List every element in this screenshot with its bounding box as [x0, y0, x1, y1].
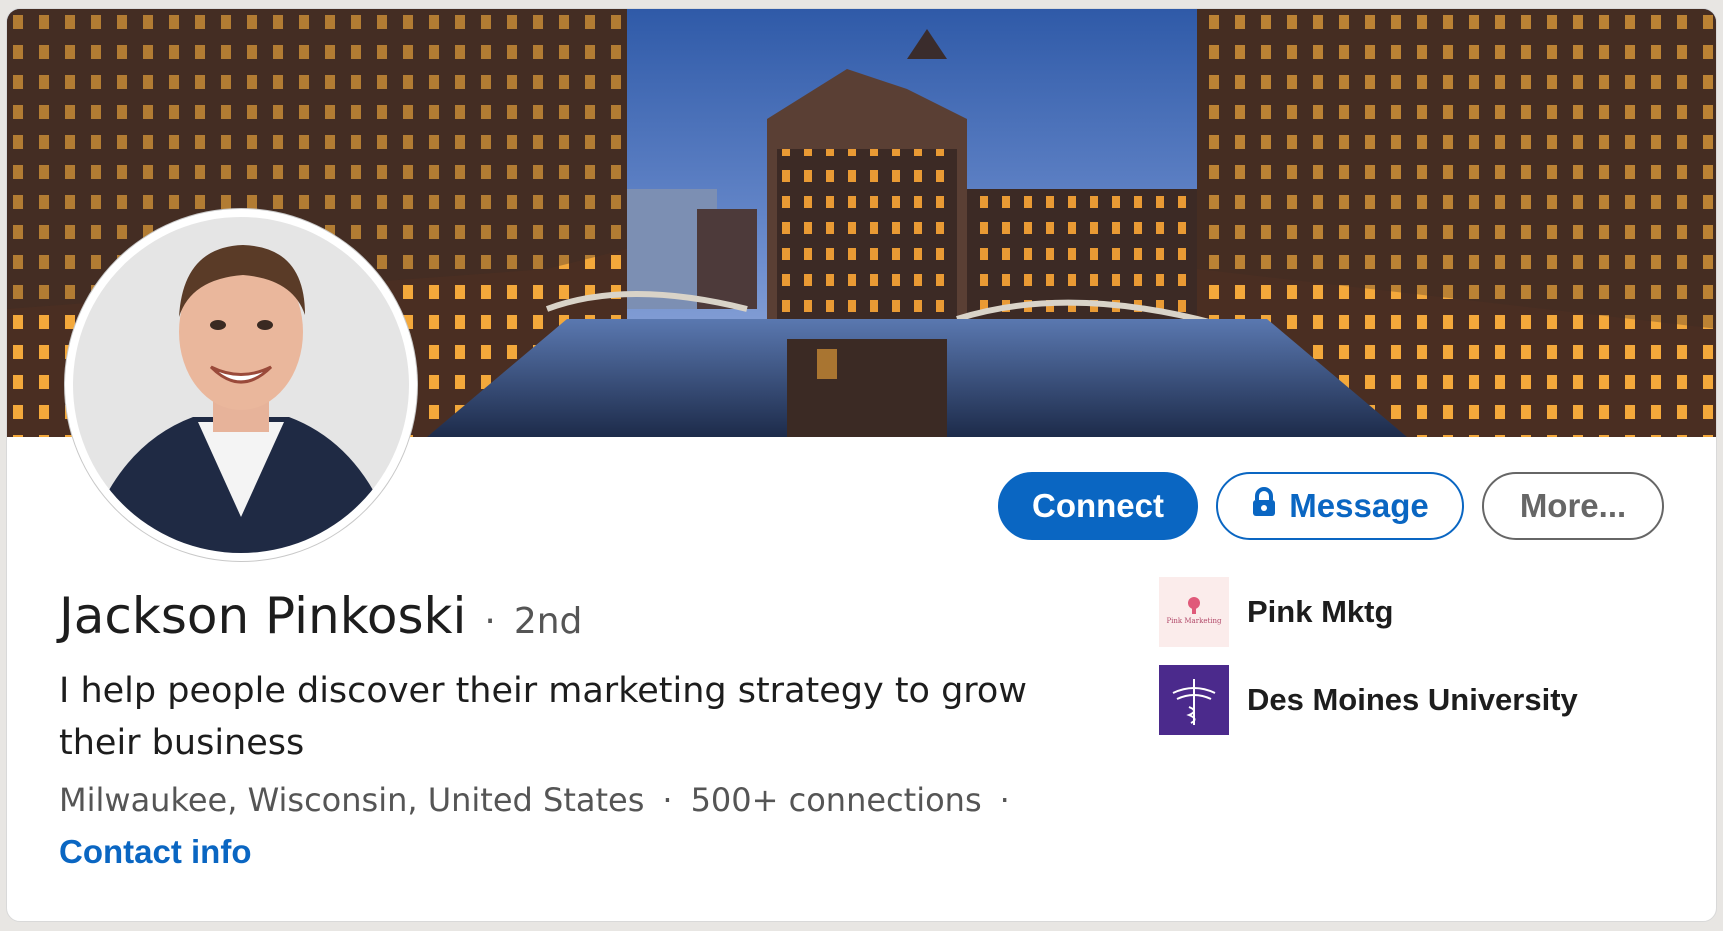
profile-orgs: Pink Marketing Pink Mktg Des Moines Univ…: [1159, 577, 1578, 753]
des-moines-university-logo: [1159, 665, 1229, 735]
contact-info-link[interactable]: Contact info: [59, 833, 251, 871]
org-name: Pink Mktg: [1247, 594, 1394, 629]
lock-icon: [1251, 487, 1277, 525]
org-name: Des Moines University: [1247, 682, 1578, 717]
pink-mktg-logo-text: Pink Marketing: [1166, 617, 1222, 625]
profile-meta: Milwaukee, Wisconsin, United States · 50…: [59, 781, 1010, 819]
message-button[interactable]: Message: [1216, 472, 1464, 540]
connection-degree: 2nd: [484, 601, 583, 642]
org-pink-mktg[interactable]: Pink Marketing Pink Mktg: [1159, 577, 1578, 647]
name-row: Jackson Pinkoski 2nd: [59, 587, 582, 645]
profile-actions: Connect Message More...: [998, 472, 1664, 540]
profile-location: Milwaukee, Wisconsin, United States: [59, 781, 645, 819]
profile-card: Connect Message More... Jackson Pinkoski…: [6, 8, 1717, 922]
profile-headline: I help people discover their marketing s…: [59, 671, 1027, 763]
connect-button[interactable]: Connect: [998, 472, 1198, 540]
pink-mktg-logo: Pink Marketing: [1159, 577, 1229, 647]
separator-dot: ·: [662, 781, 673, 819]
connections-count[interactable]: 500+ connections: [691, 781, 982, 819]
connect-label: Connect: [1032, 487, 1164, 524]
more-button[interactable]: More...: [1482, 472, 1664, 540]
org-des-moines-university[interactable]: Des Moines University: [1159, 665, 1578, 735]
message-label: Message: [1289, 487, 1429, 524]
separator-dot: ·: [999, 781, 1010, 819]
more-label: More...: [1519, 487, 1627, 524]
profile-photo[interactable]: [65, 209, 417, 561]
profile-name: Jackson Pinkoski: [59, 587, 467, 645]
